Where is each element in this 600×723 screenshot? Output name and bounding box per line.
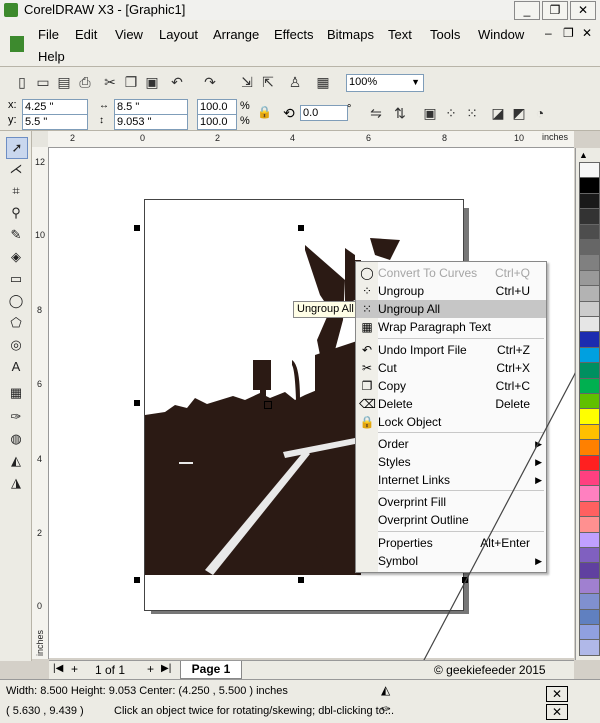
fill-indicator-icon: ◭ xyxy=(381,683,391,697)
annotation-line xyxy=(394,329,599,716)
add-page-before-icon[interactable]: + xyxy=(71,662,78,676)
last-page-icon[interactable]: ▶| xyxy=(161,663,171,674)
add-page-after-icon[interactable]: + xyxy=(147,662,154,676)
outline-indicator-icon: ✑ xyxy=(381,702,392,716)
page-navigator: |◀ + 1 of 1 + ▶| Page 1 © geekiefeeder 2… xyxy=(49,660,574,679)
outline-none-swatch[interactable]: ✕ xyxy=(546,704,568,720)
status-hint: Click an object twice for rotating/skewi… xyxy=(114,705,395,717)
fill-none-swatch[interactable]: ✕ xyxy=(546,686,568,702)
page-count: 1 of 1 xyxy=(95,663,126,677)
first-page-icon[interactable]: |◀ xyxy=(53,663,63,674)
color-swatch[interactable] xyxy=(579,639,600,657)
color-palette: ▲ xyxy=(575,148,600,660)
cursor-coordinates: ( 5.630 , 9.439 ) xyxy=(6,705,84,717)
watermark-text: © geekiefeeder 2015 xyxy=(434,663,546,677)
page-tab[interactable]: Page 1 xyxy=(180,661,242,679)
status-bar: Width: 8.500 Height: 9.053 Center: (4.25… xyxy=(0,679,600,723)
palette-scroll-up-icon[interactable]: ▲ xyxy=(579,150,588,160)
selection-dimensions: Width: 8.500 Height: 9.053 Center: (4.25… xyxy=(6,685,288,697)
